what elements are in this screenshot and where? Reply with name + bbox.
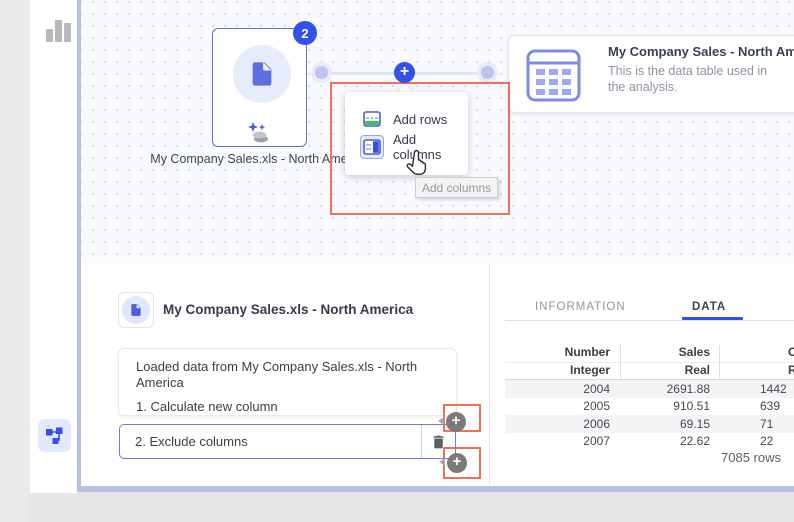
connection-endpoint-left	[315, 66, 328, 79]
tab-information[interactable]: INFORMATION	[535, 301, 626, 313]
step-text: 2. Exclude columns	[135, 434, 248, 449]
file-icon-circle	[122, 296, 150, 324]
data-table-node-description: This is the data table used in the analy…	[608, 64, 768, 94]
data-canvas-button[interactable]	[38, 419, 71, 452]
table-header-types: Integer Real R	[505, 362, 794, 379]
column-separator	[620, 345, 621, 380]
table-row: 2006 69.15 71	[505, 415, 794, 433]
row-count-label: 7085 rows	[721, 450, 781, 465]
source-file-node[interactable]	[212, 28, 307, 147]
log-entry-text: Loaded data from My Company Sales.xls - …	[136, 359, 418, 390]
data-table-icon	[526, 49, 581, 102]
bar-chart-bar	[55, 20, 62, 42]
table-row: 2005 910.51 639	[583, 399, 781, 414]
table-row: 2004 2691.88 1442	[505, 380, 794, 398]
menu-item-add-rows[interactable]: Add rows	[345, 105, 468, 133]
add-transformation-plus-button[interactable]: +	[394, 62, 415, 83]
insert-arrow-icon	[438, 417, 444, 425]
collapsed-left-strip	[0, 0, 30, 522]
bar-chart-bar	[46, 29, 53, 42]
source-title: My Company Sales.xls - North America	[163, 302, 414, 317]
step-count-badge: 2	[293, 21, 317, 45]
file-icon	[252, 62, 272, 86]
connection-endpoint-right	[481, 66, 494, 79]
tab-data[interactable]: DATA	[692, 301, 726, 313]
log-step-text: 1. Calculate new column	[136, 399, 278, 414]
sidebar	[30, 0, 77, 493]
table-row: 2007 22.62 22	[583, 434, 774, 446]
data-preview-table: 2004 2691.88 1442 2005 910.51 639 2006 69.15 71 2…	[505, 380, 794, 446]
menu-item-label: Add rows	[393, 111, 448, 127]
load-log-card[interactable]: Loaded data from My Company Sales.xls - …	[118, 348, 457, 416]
app-window: 2 My Company Sales.xls - North America M…	[0, 0, 794, 522]
insert-step-plus-button-1[interactable]: +	[446, 412, 466, 432]
data-table-node-title: My Company Sales - North America	[608, 44, 794, 59]
data-canvas-icon	[46, 427, 63, 444]
hand-cursor-icon	[406, 149, 427, 175]
source-file-card	[118, 292, 154, 328]
source-node-circle	[233, 45, 291, 103]
transformations-icon	[248, 122, 268, 143]
column-separator	[719, 345, 720, 380]
bar-chart-bar	[64, 23, 71, 42]
bar-chart-icon[interactable]	[46, 18, 72, 42]
add-rows-icon	[361, 108, 383, 130]
file-icon	[131, 304, 141, 316]
tabs-divider	[505, 320, 794, 321]
add-columns-tooltip: Add columns	[415, 177, 498, 198]
add-columns-icon	[361, 136, 383, 158]
panel-bottom-shadow	[77, 486, 794, 492]
table-header-names: Number Sales C	[564, 345, 794, 359]
